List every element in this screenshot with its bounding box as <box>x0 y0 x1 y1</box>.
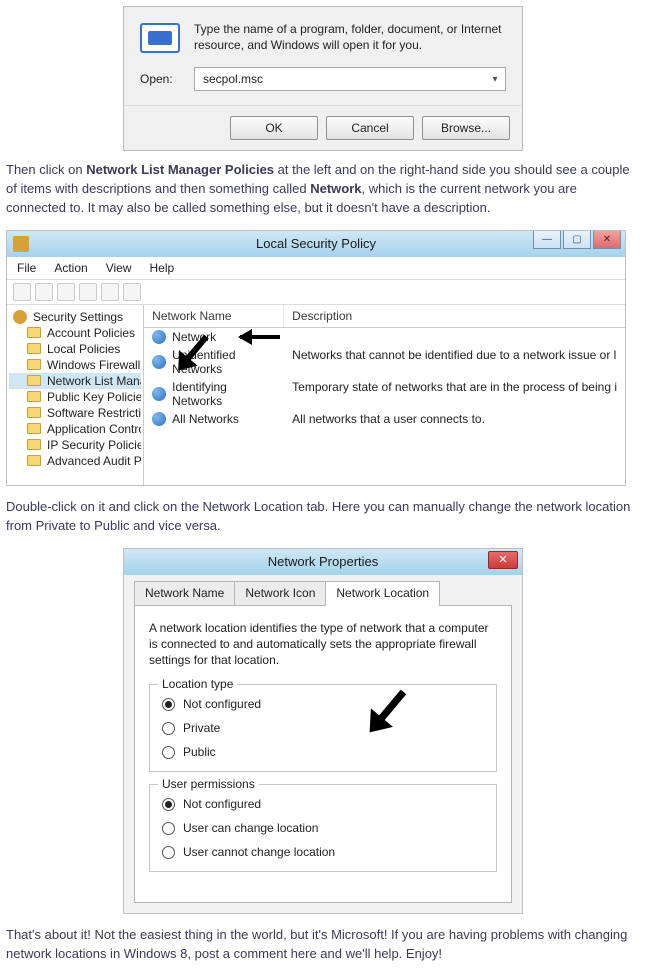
article-paragraph-1: Then click on Network List Manager Polic… <box>6 161 640 218</box>
tree-item[interactable]: Local Policies <box>9 341 141 357</box>
network-icon <box>152 387 166 401</box>
list-item-description <box>284 329 625 345</box>
list-item-description: Networks that cannot be identified due t… <box>284 347 625 377</box>
radio-label: Not configured <box>183 797 261 811</box>
maximize-button[interactable]: ▢ <box>563 231 591 249</box>
radio-label: User can change location <box>183 821 318 835</box>
list-item-description: Temporary state of networks that are in … <box>284 379 625 409</box>
radio-option[interactable]: Not configured <box>162 797 484 811</box>
radio-icon <box>162 698 175 711</box>
folder-icon <box>27 359 41 370</box>
list-item[interactable]: Unidentified NetworksNetworks that canno… <box>144 346 625 378</box>
tree-item[interactable]: Windows Firewall with Advanced Secu <box>9 357 141 373</box>
tab-description: A network location identifies the type o… <box>149 620 497 669</box>
folder-icon <box>27 407 41 418</box>
run-dialog: Type the name of a program, folder, docu… <box>123 6 523 151</box>
folder-icon <box>27 423 41 434</box>
menu-item[interactable]: Help <box>150 261 175 275</box>
run-icon <box>140 23 180 53</box>
radio-icon <box>162 798 175 811</box>
radio-icon <box>162 722 175 735</box>
user-permissions-legend: User permissions <box>158 777 259 791</box>
list-item-description: All networks that a user connects to. <box>284 411 625 427</box>
article-paragraph-3: That's about it! Not the easiest thing i… <box>6 926 640 964</box>
folder-icon <box>27 343 41 354</box>
local-security-policy-window: Local Security Policy — ▢ ✕ File Action Vi… <box>6 230 626 486</box>
radio-option[interactable]: Not configured <box>162 697 484 711</box>
chevron-down-icon[interactable]: ▾ <box>485 74 505 85</box>
ok-button[interactable]: OK <box>230 116 318 140</box>
cancel-button[interactable]: Cancel <box>326 116 414 140</box>
toolbar-button[interactable] <box>123 283 141 301</box>
tree-item[interactable]: Account Policies <box>9 325 141 341</box>
tree-item[interactable]: Application Control Policies <box>9 421 141 437</box>
list-item[interactable]: Identifying NetworksTemporary state of n… <box>144 378 625 410</box>
column-header-name[interactable]: Network Name <box>144 305 284 327</box>
radio-option[interactable]: User cannot change location <box>162 845 484 859</box>
toolbar-button[interactable] <box>35 283 53 301</box>
toolbar-button[interactable] <box>13 283 31 301</box>
toolbar-button[interactable] <box>79 283 97 301</box>
folder-icon <box>27 327 41 338</box>
column-header-description[interactable]: Description <box>284 305 625 327</box>
open-label: Open: <box>140 72 180 86</box>
tab[interactable]: Network Icon <box>234 581 326 606</box>
tab[interactable]: Network Name <box>134 581 235 606</box>
radio-option[interactable]: Private <box>162 721 484 735</box>
folder-icon <box>27 439 41 450</box>
network-icon <box>152 412 166 426</box>
tree-item[interactable]: Public Key Policies <box>9 389 141 405</box>
network-icon <box>152 330 166 344</box>
location-type-legend: Location type <box>158 677 237 691</box>
tree-item[interactable]: Software Restriction Policies <box>9 405 141 421</box>
browse-button[interactable]: Browse... <box>422 116 510 140</box>
dialog-title: Network Properties <box>268 554 379 569</box>
network-properties-dialog: Network Properties ✕ Network NameNetwork… <box>123 548 523 915</box>
app-icon <box>13 236 29 252</box>
folder-icon <box>27 375 41 386</box>
menu-item[interactable]: Action <box>54 261 87 275</box>
radio-option[interactable]: Public <box>162 745 484 759</box>
close-button[interactable]: ✕ <box>593 231 621 249</box>
radio-label: Public <box>183 745 216 759</box>
folder-icon <box>27 391 41 402</box>
radio-option[interactable]: User can change location <box>162 821 484 835</box>
menu-item[interactable]: View <box>106 261 132 275</box>
network-icon <box>152 355 166 369</box>
radio-icon <box>162 746 175 759</box>
toolbar-button[interactable] <box>57 283 75 301</box>
radio-label: User cannot change location <box>183 845 335 859</box>
folder-icon <box>27 455 41 466</box>
list-item[interactable]: Network <box>144 328 625 346</box>
radio-label: Not configured <box>183 697 261 711</box>
tree-item[interactable]: Network List Manager Policies <box>9 373 141 389</box>
radio-icon <box>162 846 175 859</box>
toolbar-button[interactable] <box>101 283 119 301</box>
menu-item[interactable]: File <box>17 261 36 275</box>
open-combobox[interactable]: secpol.msc ▾ <box>194 67 506 91</box>
tree-root[interactable]: Security Settings <box>9 309 141 325</box>
tree-item[interactable]: Advanced Audit Policy Configuration <box>9 453 141 469</box>
security-icon <box>13 310 27 324</box>
radio-label: Private <box>183 721 220 735</box>
article-paragraph-2: Double-click on it and click on the Netw… <box>6 498 640 536</box>
tree-item[interactable]: IP Security Policies on Local Compute <box>9 437 141 453</box>
list-item[interactable]: All NetworksAll networks that a user con… <box>144 410 625 428</box>
open-value[interactable]: secpol.msc <box>195 72 485 86</box>
minimize-button[interactable]: — <box>533 231 561 249</box>
tab[interactable]: Network Location <box>325 581 440 606</box>
close-button[interactable]: ✕ <box>488 551 518 569</box>
radio-icon <box>162 822 175 835</box>
window-title: Local Security Policy <box>256 236 376 251</box>
run-description: Type the name of a program, folder, docu… <box>194 21 506 53</box>
